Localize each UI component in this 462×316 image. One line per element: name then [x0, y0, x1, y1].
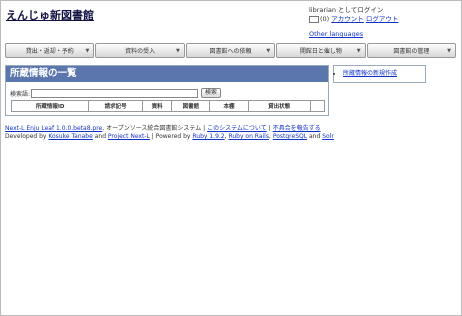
- logout-link[interactable]: ログアウト: [366, 15, 399, 23]
- about-link[interactable]: このシステムについて: [207, 125, 267, 132]
- column-header: 所蔵情報ID: [10, 100, 90, 112]
- column-header: 資料: [141, 100, 173, 112]
- postgresql-link[interactable]: PostgreSQL: [273, 133, 307, 140]
- footer-line-1: Next-L Enju Leaf 1.0.0.beta8.pre, オープンソー…: [5, 125, 334, 133]
- project-link[interactable]: Project Next-L: [108, 133, 150, 140]
- chevron-down-icon: ▼: [175, 47, 180, 54]
- menu-label: 図書館への依頼: [209, 48, 252, 55]
- items-table: 所蔵情報ID 請求記号 資料 図書館 本棚 貸出状態: [10, 100, 326, 112]
- mail-icon[interactable]: [309, 15, 319, 23]
- report-bug-link[interactable]: 不具合を報告する: [273, 125, 321, 132]
- menu-circulation[interactable]: 貸出・返却・予約 ▼: [5, 43, 95, 58]
- menu-events[interactable]: 開館日と催し物 ▼: [276, 43, 366, 58]
- rails-link[interactable]: Ruby on Rails: [228, 133, 269, 140]
- page-title: 所蔵情報の一覧: [6, 66, 328, 82]
- menu-requests[interactable]: 図書館への依頼 ▼: [185, 43, 276, 58]
- chevron-down-icon: ▼: [266, 47, 271, 54]
- app-version-link[interactable]: Next-L Enju Leaf 1.0.0.beta8.pre: [5, 125, 102, 132]
- chevron-down-icon: ▼: [356, 47, 361, 54]
- footer-line-2: Developed by Kosuke Tanabe and Project N…: [5, 133, 334, 141]
- account-link[interactable]: アカウント: [331, 15, 364, 23]
- column-header: 図書館: [171, 100, 211, 112]
- search-form: 検索語: 検索: [10, 88, 222, 98]
- table-header-row: 所蔵情報ID 請求記号 資料 図書館 本棚 貸出状態: [10, 100, 326, 112]
- footer: Next-L Enju Leaf 1.0.0.beta8.pre, オープンソー…: [5, 125, 334, 141]
- site-title[interactable]: えんじゅ新図書館: [6, 7, 94, 23]
- items-panel: 所蔵情報の一覧 検索語: 検索 所蔵情報ID 請求記号 資料 図書館 本棚 貸出…: [5, 65, 329, 116]
- sidebar: 所蔵情報の新規作成: [333, 65, 426, 83]
- column-header: 請求記号: [88, 100, 143, 112]
- and-text: and: [307, 133, 323, 140]
- separator: |: [266, 125, 271, 132]
- message-count[interactable]: (0): [320, 15, 329, 23]
- developed-by-text: Developed by: [5, 133, 49, 140]
- search-input[interactable]: [31, 88, 199, 98]
- column-header: 本棚: [209, 100, 249, 112]
- menu-acquisition[interactable]: 資料の受入 ▼: [95, 43, 185, 58]
- user-area: librarian としてログイン (0) アカウント ログアウト: [309, 6, 398, 24]
- login-status: librarian としてログイン: [309, 6, 384, 14]
- menu-label: 貸出・返却・予約: [25, 48, 74, 55]
- ruby-link[interactable]: Ruby 1.9.2: [192, 133, 224, 140]
- new-item-link[interactable]: 所蔵情報の新規作成: [343, 70, 397, 77]
- user-links: (0) アカウント ログアウト: [309, 15, 398, 24]
- and-text: and: [92, 133, 108, 140]
- column-header: [309, 100, 326, 112]
- powered-by-text: | Powered by: [149, 133, 193, 140]
- solr-link[interactable]: Solr: [322, 133, 334, 140]
- sidebar-item-new: 所蔵情報の新規作成: [343, 66, 425, 82]
- author-link[interactable]: Kosuke Tanabe: [48, 133, 92, 140]
- sidebar-menu: 所蔵情報の新規作成: [334, 66, 425, 82]
- menu-label: 資料の受入: [125, 48, 156, 55]
- app-description: , オープンソース統合図書館システム |: [102, 125, 206, 132]
- other-languages-link[interactable]: Other languages: [309, 30, 363, 38]
- menu-admin[interactable]: 図書館の管理 ▼: [366, 43, 457, 58]
- menu-label: 図書館の管理: [393, 48, 430, 55]
- menu-label: 開館日と催し物: [299, 48, 342, 55]
- column-header: 貸出状態: [247, 100, 311, 112]
- chevron-down-icon: ▼: [447, 47, 452, 54]
- main-menu: 貸出・返却・予約 ▼ 資料の受入 ▼ 図書館への依頼 ▼ 開館日と催し物 ▼ 図書館の管…: [5, 43, 457, 58]
- chevron-down-icon: ▼: [85, 47, 90, 54]
- search-button[interactable]: 検索: [201, 88, 222, 98]
- search-label: 検索語:: [10, 90, 31, 98]
